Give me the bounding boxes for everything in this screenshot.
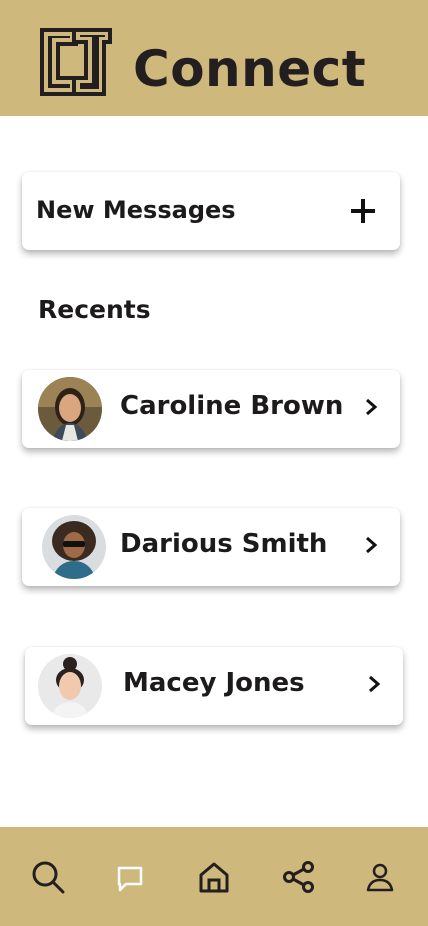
nav-messages[interactable] <box>110 857 150 897</box>
nav-home[interactable] <box>194 857 234 897</box>
new-messages-label: New Messages <box>36 196 236 224</box>
contact-item-caroline-brown[interactable]: Caroline Brown <box>22 370 400 448</box>
chevron-right-icon <box>369 675 381 693</box>
app-title: Connect <box>133 40 367 98</box>
avatar <box>38 377 102 441</box>
nav-search[interactable] <box>28 857 68 897</box>
plus-icon <box>351 199 375 223</box>
cu-logo <box>40 28 112 96</box>
profile-icon <box>366 863 394 892</box>
contact-name: Darious Smith <box>120 529 328 559</box>
avatar <box>38 654 102 718</box>
contact-name: Caroline Brown <box>120 391 344 421</box>
chat-icon <box>117 866 143 892</box>
chevron-right-icon <box>366 398 378 416</box>
bottom-nav <box>0 827 428 926</box>
home-icon <box>199 862 229 893</box>
avatar <box>42 515 106 579</box>
contact-name: Macey Jones <box>123 668 305 698</box>
contact-item-darious-smith[interactable]: Darious Smith <box>22 508 400 586</box>
search-icon <box>32 861 65 894</box>
contact-item-macey-jones[interactable]: Macey Jones <box>25 647 403 725</box>
recents-heading: Recents <box>38 295 151 324</box>
chevron-right-icon <box>366 536 378 554</box>
nav-share[interactable] <box>279 857 319 897</box>
nav-profile[interactable] <box>360 857 400 897</box>
new-messages-button[interactable]: New Messages <box>22 172 400 250</box>
app-header: Connect <box>0 0 428 116</box>
share-icon <box>283 861 314 893</box>
